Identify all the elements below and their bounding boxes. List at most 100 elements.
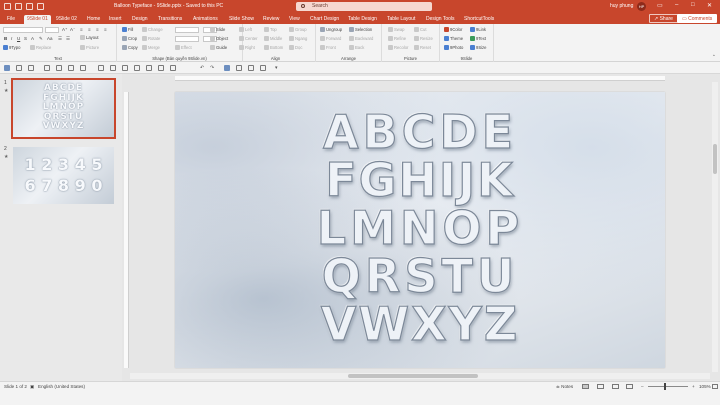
bring-to-front-button[interactable]: Front (320, 45, 336, 50)
strikethrough-icon[interactable]: S (24, 36, 27, 41)
tab-transitions[interactable]: Transitions (155, 15, 185, 24)
spelling-icon[interactable]: ▣ (30, 384, 34, 390)
ungroup-tool-icon[interactable] (158, 65, 164, 71)
9link-button[interactable]: 9Link (470, 27, 486, 32)
tab-animations[interactable]: Animations (190, 15, 221, 24)
refine-button[interactable]: Refine (388, 36, 406, 41)
slide-thumbnail-2[interactable]: 1 2 3 4 5 6 7 8 9 0 (13, 147, 114, 204)
search-box[interactable]: Search (296, 2, 432, 11)
tab-chart-design[interactable]: Chart Design (307, 15, 342, 24)
swap-button[interactable]: Swap (388, 27, 404, 32)
merge-button[interactable]: Merge (142, 45, 160, 50)
present-icon[interactable] (236, 65, 242, 71)
align-center-icon[interactable]: ≡ (88, 27, 91, 32)
picture-button[interactable]: Picture (80, 45, 99, 50)
9photo-button[interactable]: 9Photo (444, 45, 463, 50)
send-to-back-button[interactable]: Back (349, 45, 364, 50)
format-painter-icon[interactable] (134, 65, 140, 71)
shape-width-box[interactable] (175, 27, 199, 33)
typo-button[interactable]: 9Typo (3, 45, 20, 50)
font-name-box[interactable] (3, 27, 43, 33)
image-icon[interactable] (28, 65, 34, 71)
guide-button[interactable]: Guide (210, 45, 227, 50)
zoom-slider-track[interactable] (648, 386, 688, 387)
letter-row-1[interactable]: ABCDE (175, 107, 665, 156)
letter-row-4[interactable]: QRSTU (175, 251, 665, 300)
font-size-down-icon[interactable]: A⁻ (70, 27, 75, 33)
shape-height-box[interactable] (175, 36, 199, 42)
tab-view[interactable]: View (286, 15, 303, 24)
fill-button[interactable]: Fill (122, 27, 133, 32)
letter-row-5[interactable]: VWXYZ (175, 299, 665, 348)
case-icon[interactable]: Aa (47, 36, 53, 41)
align-center-button[interactable]: Center (239, 36, 258, 41)
slide-button[interactable]: Slide (210, 27, 225, 32)
text-box-icon[interactable] (56, 65, 62, 71)
effect-button[interactable]: Effect (175, 45, 192, 50)
fit-slide-icon[interactable] (712, 384, 718, 389)
ungroup-button[interactable]: Ungroup (320, 27, 342, 32)
italic-icon[interactable]: I (11, 36, 12, 41)
tab-file[interactable]: File (4, 15, 18, 24)
tab-design-tools[interactable]: Design Tools (423, 15, 458, 24)
align-tool-icon[interactable] (98, 65, 104, 71)
letter-row-2[interactable]: FGHIJK (175, 155, 665, 204)
new-slide-icon[interactable] (4, 65, 10, 71)
current-slide[interactable]: ABCDE FGHIJK LMNOP QRSTU VWXYZ (175, 92, 665, 368)
language-status[interactable]: English (United States) (38, 384, 85, 389)
theme-button[interactable]: Theme (444, 36, 463, 41)
object-button[interactable]: Object (210, 36, 228, 41)
bring-forward-button[interactable]: Forward (320, 36, 341, 41)
recolor-button[interactable]: Recolor (388, 45, 408, 50)
resize-button[interactable]: Resize (414, 36, 433, 41)
horizontal-scroll-thumb[interactable] (348, 374, 478, 378)
align-right-icon[interactable]: ≡ (96, 27, 99, 32)
tab-insert[interactable]: Insert (106, 15, 125, 24)
zoom-out-icon[interactable]: – (641, 384, 644, 389)
redo-tool-icon[interactable]: ↷ (210, 65, 214, 71)
lock-icon[interactable] (170, 65, 176, 71)
avatar[interactable]: HP (637, 2, 646, 11)
selection-button[interactable]: Selection (349, 27, 372, 32)
tab-review[interactable]: Review (260, 15, 282, 24)
reset-button[interactable]: Reset (414, 45, 431, 50)
font-size-box[interactable] (45, 27, 59, 33)
align-bottom-button[interactable]: Bottom (264, 45, 283, 50)
print-icon[interactable] (248, 65, 254, 71)
9text-button[interactable]: 9Text (470, 36, 486, 41)
highlight-icon[interactable]: ✎ (39, 36, 43, 42)
align-left-button[interactable]: Left (239, 27, 252, 32)
minimize-icon[interactable]: – (675, 2, 678, 8)
vertical-scroll-thumb[interactable] (713, 144, 717, 174)
crop-button[interactable]: Crop (122, 36, 137, 41)
group-button[interactable]: Group (289, 27, 307, 32)
align-middle-button[interactable]: Middle (264, 36, 282, 41)
grid-icon[interactable] (16, 65, 22, 71)
normal-view-icon[interactable] (582, 384, 589, 389)
tab-home[interactable]: Home (84, 15, 103, 24)
slide-thumbnail-1[interactable]: ABCDE FGHIJK LMNOP QRSTU VWXYZ (11, 78, 116, 139)
reading-view-icon[interactable] (612, 384, 619, 389)
align-top-button[interactable]: Top (264, 27, 277, 32)
save-tool-icon[interactable] (224, 65, 230, 71)
comments-button[interactable]: ▭ Comments (677, 14, 718, 23)
9size-button[interactable]: 9Size (470, 45, 486, 50)
tab-shortcut-tools[interactable]: ShortcutTools (461, 15, 497, 24)
tab-9slide-02[interactable]: 9Slide 02 (53, 15, 80, 24)
crop-tool-icon[interactable] (122, 65, 128, 71)
9color-button[interactable]: 9Color (444, 27, 462, 32)
numbering-icon[interactable]: ☰ (66, 36, 70, 42)
underline-icon[interactable]: U (17, 36, 20, 41)
table-icon[interactable] (80, 65, 86, 71)
tab-slide-show[interactable]: Slide Show (226, 15, 257, 24)
bold-icon[interactable]: B (4, 36, 7, 41)
notes-button[interactable]: ≐ Notes (556, 384, 573, 390)
customize-toolbar-icon[interactable]: ▾ (275, 65, 278, 71)
align-left-icon[interactable]: ≡ (80, 27, 83, 32)
layout-button[interactable]: Layout (80, 35, 99, 40)
user-name[interactable]: huy phung (610, 3, 633, 9)
cut-button[interactable]: Cut (414, 27, 427, 32)
collapse-ribbon-icon[interactable]: ⌃ (712, 54, 716, 60)
redo-icon[interactable] (37, 3, 44, 10)
zoom-level[interactable]: 105% (699, 384, 711, 389)
